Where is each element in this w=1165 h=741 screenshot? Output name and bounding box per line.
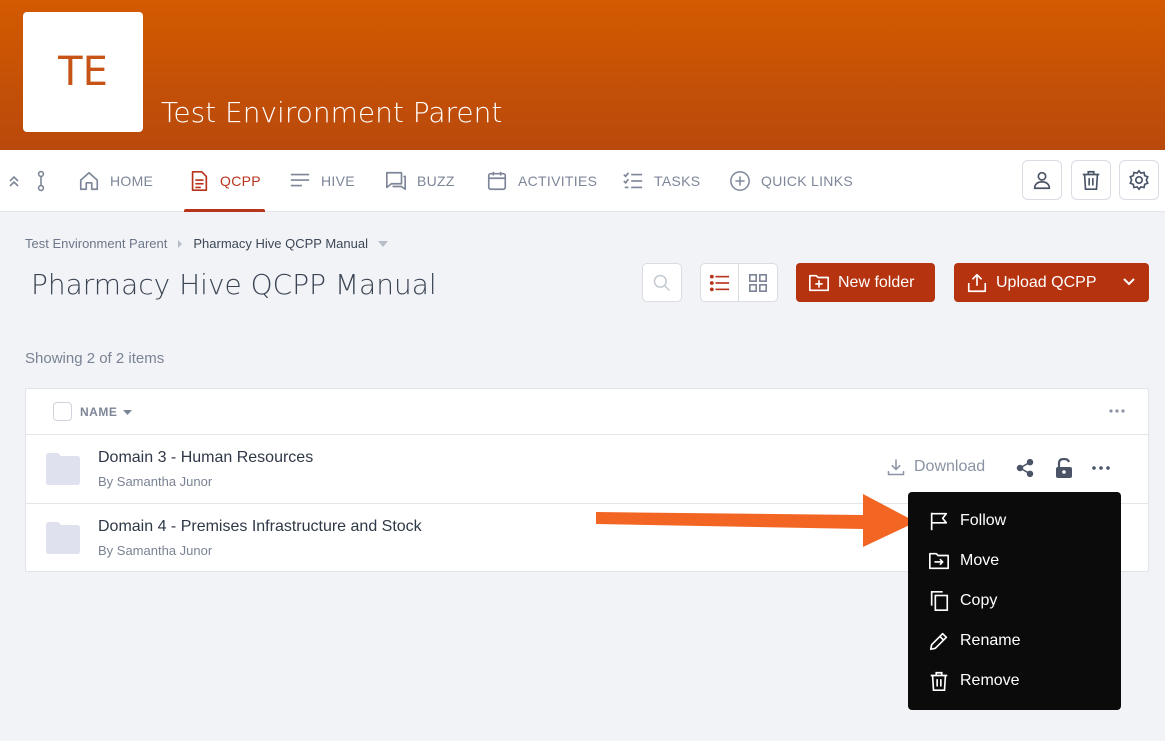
nav-home-label: HOME: [110, 173, 154, 189]
unlock-icon: [1056, 458, 1072, 478]
nav-buzz[interactable]: BUZZ: [385, 150, 455, 212]
list-icon: [709, 274, 729, 291]
chat-icon: [386, 171, 406, 191]
nav-qcpp[interactable]: QCPP: [184, 150, 265, 212]
menu-move[interactable]: Move: [908, 541, 1121, 581]
list-view-button[interactable]: [701, 264, 739, 301]
nav-tasks-label: TASKS: [654, 173, 701, 189]
menu-follow[interactable]: Follow: [908, 501, 1121, 541]
more-icon[interactable]: [1109, 409, 1125, 413]
download-button[interactable]: Download: [886, 457, 985, 477]
nav-hive-label: HIVE: [321, 173, 355, 189]
folder-plus-icon: [809, 274, 829, 291]
lines-icon: [290, 173, 310, 187]
site-title: Test Environment Parent: [161, 96, 503, 129]
share-button[interactable]: [1014, 457, 1036, 479]
download-icon: [887, 459, 905, 476]
view-toggle: [700, 263, 778, 302]
select-all-checkbox[interactable]: [53, 402, 72, 421]
search-icon: [653, 274, 671, 291]
copy-icon: [930, 591, 949, 611]
unlock-button[interactable]: [1053, 457, 1075, 479]
folder-icon: [46, 453, 80, 485]
row-author: By Samantha Junor: [98, 543, 213, 558]
nav-tasks[interactable]: TASKS: [622, 150, 700, 212]
trash-button[interactable]: [1071, 160, 1111, 200]
caret-down-icon[interactable]: [377, 240, 388, 247]
breadcrumb: Test Environment Parent Pharmacy Hive QC…: [25, 236, 388, 251]
new-folder-button[interactable]: New folder: [796, 263, 935, 302]
menu-copy[interactable]: Copy: [908, 581, 1121, 621]
menu-remove[interactable]: Remove: [908, 661, 1121, 701]
row-author: By Samantha Junor: [98, 474, 213, 489]
new-folder-label: New folder: [838, 273, 915, 291]
nav-quick-links[interactable]: QUICK LINKS: [729, 150, 853, 212]
plus-circle-icon: [730, 171, 750, 191]
more-icon: [1092, 466, 1110, 470]
grid-view-button[interactable]: [739, 264, 777, 301]
upload-icon: [967, 273, 987, 292]
settings-button[interactable]: [1119, 160, 1159, 200]
nav-hive[interactable]: HIVE: [289, 150, 355, 212]
sort-down-icon: [123, 409, 133, 415]
flag-icon: [930, 512, 948, 531]
item-count: Showing 2 of 2 items: [25, 350, 165, 367]
nav-activities-label: ACTIVITIES: [518, 173, 598, 189]
nav-activities[interactable]: ACTIVITIES: [486, 150, 597, 212]
folder-icon: [46, 522, 80, 554]
breadcrumb-current: Pharmacy Hive QCPP Manual: [193, 236, 368, 251]
row-title[interactable]: Domain 3 - Human Resources: [98, 449, 313, 467]
calendar-icon: [487, 171, 507, 191]
chevron-down-icon[interactable]: [1121, 274, 1137, 290]
gear-icon: [1129, 169, 1149, 191]
home-icon: [79, 171, 99, 191]
profile-button[interactable]: [1022, 160, 1062, 200]
grid-icon: [749, 273, 767, 292]
row-more-button[interactable]: [1090, 457, 1112, 479]
checklist-icon: [623, 172, 643, 189]
drag-handle-icon[interactable]: [33, 170, 49, 192]
upload-label: Upload QCPP: [996, 273, 1097, 291]
context-menu: Follow Move Copy Rename Remove: [908, 492, 1121, 710]
trash-icon: [930, 671, 948, 691]
row-title[interactable]: Domain 4 - Premises Infrastructure and S…: [98, 518, 422, 536]
collapse-up-icon[interactable]: [6, 170, 22, 192]
chevron-right-icon: [178, 239, 183, 248]
site-logo[interactable]: TE: [23, 12, 143, 132]
page-title: Pharmacy Hive QCPP Manual: [31, 268, 437, 301]
share-icon: [1016, 458, 1034, 478]
site-banner: TE Test Environment Parent: [0, 0, 1165, 150]
nav-quick-links-label: QUICK LINKS: [761, 173, 853, 189]
main-nav: HOME QCPP HIVE BUZZ ACTIVITIES TASKS QUI…: [0, 150, 1165, 212]
nav-qcpp-label: QCPP: [220, 173, 261, 189]
user-icon: [1033, 171, 1051, 190]
nav-home[interactable]: HOME: [78, 150, 153, 212]
trash-icon: [1082, 170, 1100, 190]
nav-buzz-label: BUZZ: [417, 173, 455, 189]
table-header: NAME: [26, 389, 1148, 435]
document-icon: [191, 171, 208, 191]
name-column-header[interactable]: NAME: [80, 405, 133, 419]
folder-move-icon: [929, 552, 949, 570]
upload-button[interactable]: Upload QCPP: [954, 263, 1149, 302]
search-button[interactable]: [642, 263, 682, 302]
breadcrumb-parent[interactable]: Test Environment Parent: [25, 236, 167, 251]
menu-rename[interactable]: Rename: [908, 621, 1121, 661]
annotation-arrow: [596, 494, 916, 547]
pencil-icon: [929, 632, 948, 651]
